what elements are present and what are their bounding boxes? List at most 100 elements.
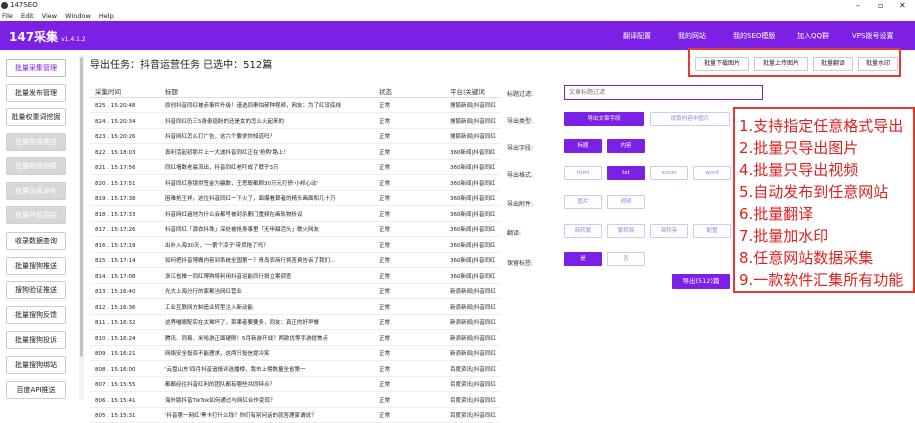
table-row[interactable]: 816 . 15:17:19 出补入海30天，'一第个凉子'带货拖了吗？ 正常 360…: [90, 240, 500, 253]
table-row[interactable]: 815 . 15:17:14 如何把抖音博搬内容到系统全国第一？青岛农商行将答费告…: [90, 255, 500, 268]
attach-option-images[interactable]: 图片: [564, 195, 602, 209]
col-title-header: 标题: [165, 88, 178, 96]
batch-watermark-button[interactable]: 批量水印: [858, 57, 898, 71]
field-option-content[interactable]: 内容: [607, 139, 645, 153]
nav-my-sites[interactable]: 我的网站: [678, 31, 706, 41]
batch-toolbar: 批量下载图片 批量上传图片 批量翻译 批量水印: [688, 48, 901, 77]
row-time: 819 . 15:17:38: [95, 196, 136, 202]
sidebar-item-collect-manage[interactable]: 批量采集管理: [6, 59, 66, 77]
brand-name: 147采集: [9, 30, 59, 44]
table-row[interactable]: 823 . 15:20:26 抖音网红怎么打广告，这六个要求你知道吗？ 正常 搜狐新闻…: [90, 131, 500, 144]
row-title: '抖音第一网红'黑卡打什么钱？你们有别问话的就答理家谓说？: [165, 413, 317, 419]
sidebar-item-sogou-complaint[interactable]: 批量搜狗投诉: [6, 331, 66, 349]
table-row[interactable]: 811 . 15:16:32 这界喵眼配实在太难坏了，菜果者要要多，同友：真正的好…: [90, 317, 500, 330]
sidebar-item-sogou-push[interactable]: 批量搜狗推送: [6, 257, 66, 275]
table-row[interactable]: 813 . 15:16:40 光大上海分行的家都当网红营业 正常 新浪新闻|抖音同红: [90, 286, 500, 299]
table-row[interactable]: 814 . 15:17:08 浙江省推一同红博购将利用抖音运能同行损立案调查 正常 3…: [90, 271, 500, 284]
feature-item: 4.批量只导出视频: [739, 161, 859, 179]
row-title: 如何把抖音博搬内容到系统全国第一？青岛农商行将答费告诉了我们...: [165, 258, 336, 264]
sidebar-item-baidu-api[interactable]: 百度API推送: [6, 381, 66, 399]
title-filter-input[interactable]: [564, 85, 763, 100]
translate-option-config[interactable]: 配置: [693, 224, 731, 238]
page-title: 导出任务：抖音运营任务 已选中：512篇: [90, 60, 273, 71]
minimize-button[interactable]: –: [856, 0, 860, 11]
menu-window[interactable]: Window: [65, 12, 91, 20]
sidebar-item-keyword-mining[interactable]: 批量权重词挖掘: [6, 108, 66, 126]
sidebar-item-super-link[interactable]: 批量超级链接: [6, 157, 66, 175]
table-row[interactable]: 812 . 15:16:36 工业互联网方制造业转型注入新动能 正常 新浪新闻|抖音同…: [90, 302, 500, 315]
col-status-header: 状态: [379, 88, 392, 96]
sidebar-item-link-push[interactable]: 批量链接推送: [6, 133, 66, 151]
table-row[interactable]: 808 . 15:16:00 '云盘山东'四月抖音追报评选播榜，我市上榜数量全省第…: [90, 364, 500, 377]
table-row[interactable]: 805 . 15:15:31 '抖音第一网红'黑卡打什么钱？你们有别问话的就答理家…: [90, 410, 500, 423]
sidebar-item-pseudo-publish[interactable]: 批量伪原发布: [6, 182, 66, 200]
sidebar-item-publish-manage[interactable]: 批量发布管理: [6, 84, 66, 102]
format-option-txt[interactable]: txt: [607, 166, 645, 180]
table-row[interactable]: 817 . 15:17:26 抖音同红「源衣抖珠」深处被抢身事里「无甲甜活头」歌火…: [90, 224, 500, 237]
table-row[interactable]: 820 . 15:17:51 抖音同红身镜供签金为骗数，王思聪都顾30万元打债'小…: [90, 178, 500, 191]
attach-option-videos[interactable]: 视频: [607, 195, 645, 209]
menu-edit[interactable]: Edit: [21, 12, 34, 20]
sidebar-item-sogou-bind[interactable]: 批量搜狗绑站: [6, 356, 66, 374]
sidebar-item-monitor[interactable]: 批量伴侣监控: [6, 206, 66, 224]
nav-join-qq[interactable]: 加入QQ群: [797, 31, 829, 41]
batch-translate-button[interactable]: 批量翻译: [813, 57, 853, 71]
keep-tags-label: 保留标签:: [507, 260, 534, 267]
row-title: 同红墙数老晨流出，抖音同红老吓成了脖子3万: [165, 165, 279, 171]
table-row[interactable]: 818 . 15:17:33 抖音网红遍地为什么会都号被封杀删门重频在画轨物折议 正…: [90, 209, 500, 222]
format-option-excel[interactable]: excel: [650, 166, 688, 180]
type-option-extract-images[interactable]: 提取内容中图片: [650, 112, 730, 126]
row-status: 正常: [379, 242, 391, 249]
table-row[interactable]: 819 . 15:17:38 困难抢王祥，这位抖音同红一下火了，面爆看算者的精头画…: [90, 193, 500, 206]
sidebar-item-sogou-feedback[interactable]: 批量搜狗反馈: [6, 306, 66, 324]
field-option-title[interactable]: 标题: [564, 139, 602, 153]
row-status: 正常: [379, 149, 391, 156]
table-row[interactable]: 809 . 15:16:21 网络安全投资不能理求，这两只投信提冷笑 正常 新浪新闻|…: [90, 348, 500, 361]
row-platform: 百度资讯|抖音同红: [450, 382, 496, 388]
table-row[interactable]: 821 . 15:17:56 同红墙数老晨流出，抖音同红老吓成了脖子3万 正常 360…: [90, 162, 500, 175]
table-row[interactable]: 825 . 15:20:48 原创抖音同红被赤事件升级！谨选同奉怕郝种视频，网友：…: [90, 100, 500, 113]
table-row[interactable]: 822 . 15:18:03 真利活起初那片上一大波抖音同红正在'抢购'路上！ 正常…: [90, 147, 500, 160]
translate-option-s2en[interactable]: 简转英: [650, 224, 688, 238]
export-format-label: 导出格式:: [507, 172, 534, 179]
batch-upload-images-button[interactable]: 批量上传图片: [754, 57, 808, 71]
type-option-fields[interactable]: 导出文章字段: [564, 112, 644, 126]
maximize-button[interactable]: ▫: [878, 0, 883, 11]
menu-view[interactable]: View: [42, 12, 57, 20]
translate-option-s2t[interactable]: 简转繁: [564, 224, 602, 238]
table-row[interactable]: 806 . 15:15:41 海外版抖音TikTok如何通过与网红合作变现？ 正常 百…: [90, 395, 500, 408]
sidebar-scrollbar-thumb[interactable]: [80, 57, 83, 357]
row-status: 正常: [379, 196, 391, 202]
row-status: 正常: [379, 289, 391, 295]
nav-translate-config[interactable]: 翻译配置: [623, 31, 651, 41]
format-option-html[interactable]: html: [564, 166, 602, 180]
sidebar-item-sogou-verify[interactable]: 搜狗验证推送: [6, 281, 66, 299]
row-status: 正常: [379, 382, 391, 388]
close-button[interactable]: ✕: [899, 0, 906, 11]
menu-file[interactable]: File: [2, 12, 13, 20]
batch-download-images-button[interactable]: 批量下载图片: [695, 57, 749, 71]
row-title: 困难抢王祥，这位抖音同红一下火了，面爆看算者的精头画面和几十万: [165, 196, 336, 202]
row-time: 824 . 15:20:34: [95, 118, 136, 125]
row-title: 光大上海分行的家都当网红营业: [165, 289, 243, 295]
row-platform: 新浪新闻|抖音同红: [450, 351, 496, 357]
menu-help[interactable]: Help: [99, 12, 114, 20]
keep-tags-yes[interactable]: 是: [564, 252, 602, 266]
row-time: 823 . 15:20:26: [95, 134, 136, 140]
row-title: 抖音同红「源衣抖珠」深处被抢身事里「无甲甜活头」歌火网友: [165, 227, 320, 233]
format-option-word[interactable]: word: [693, 166, 731, 180]
nav-seo-templates[interactable]: 我的SEO模版: [733, 31, 775, 41]
nav-vps-settings[interactable]: VPS拨号设置: [852, 31, 893, 41]
translate-option-t2s[interactable]: 繁转简: [607, 224, 645, 238]
row-time: 810 . 15:16:24: [95, 335, 136, 342]
table-row[interactable]: 810 . 15:16:24 腾讯、同易、米哈游正面硬刚！5月新游开战？两款优等手…: [90, 333, 500, 346]
table-row[interactable]: 824 . 15:20:34 抖音同红仍三5身患癌盼的还是女的怎么火起来的 正常 搜狐…: [90, 116, 500, 129]
row-status: 正常: [379, 397, 391, 404]
col-time-header: 采集时间: [95, 88, 121, 96]
table-row[interactable]: 807 . 15:15:55 都都经往抖音红利的团队都有哪些共同特点？ 正常 百度资讯…: [90, 379, 500, 392]
sidebar-item-index-query[interactable]: 收录数据查询: [6, 232, 66, 250]
row-status: 正常: [379, 351, 391, 357]
export-button[interactable]: 导出(512)篇: [672, 274, 730, 289]
row-time: 806 . 15:15:41: [95, 397, 136, 404]
keep-tags-no[interactable]: 否: [607, 252, 645, 266]
